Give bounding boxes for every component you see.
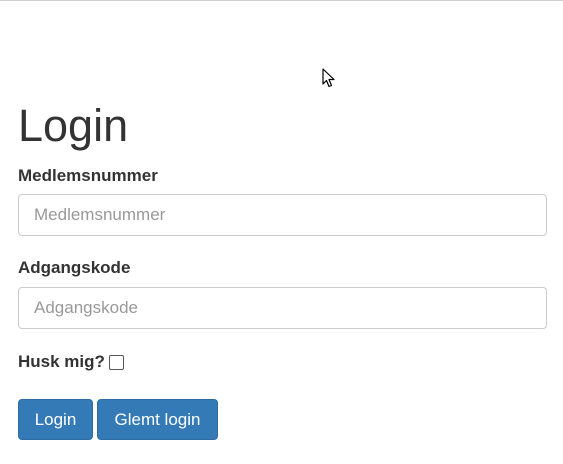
member-number-label: Medlemsnummer (18, 166, 158, 185)
top-border (0, 0, 563, 1)
password-input[interactable] (18, 287, 547, 329)
login-button[interactable]: Login (18, 399, 93, 440)
page-title: Login (18, 100, 129, 151)
password-label: Adgangskode (18, 258, 131, 277)
remember-me-row: Husk mig? (18, 351, 124, 373)
remember-me-label: Husk mig? (18, 352, 105, 371)
forgot-login-button[interactable]: Glemt login (97, 399, 218, 440)
mouse-pointer-icon (322, 68, 335, 88)
member-number-input[interactable] (18, 194, 547, 236)
remember-me-checkbox[interactable] (108, 354, 124, 370)
